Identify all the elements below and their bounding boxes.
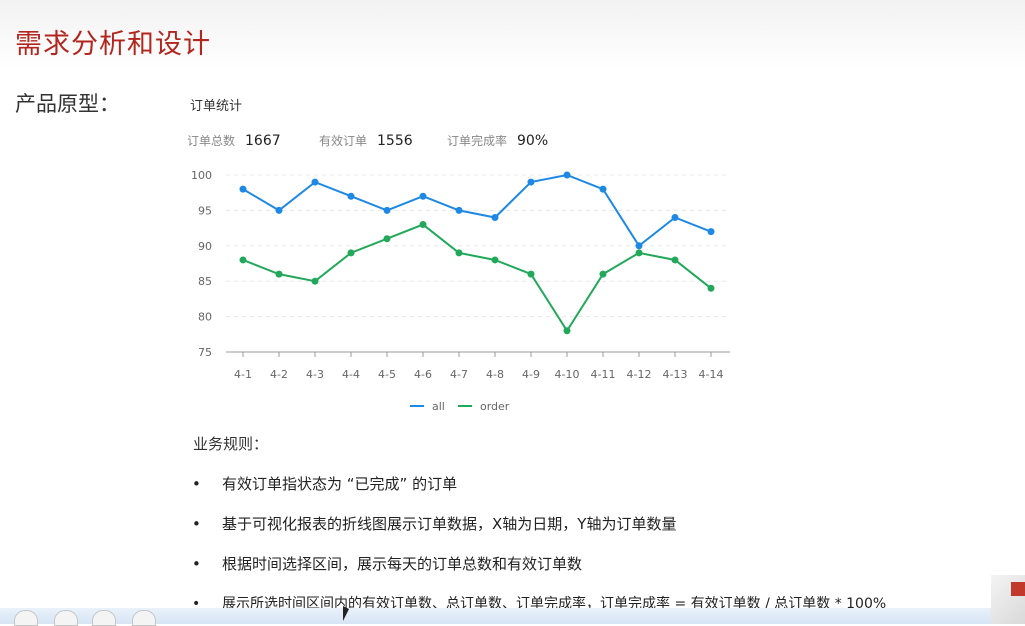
y-tick-label: 90 — [198, 240, 212, 253]
x-tick-label: 4-3 — [306, 368, 324, 381]
x-tick-label: 4-2 — [270, 368, 288, 381]
data-point-order — [671, 256, 679, 264]
rule-item: • 有效订单指状态为 “已完成” 的订单 — [192, 473, 457, 494]
x-tick-label: 4-10 — [555, 368, 580, 381]
rule-text: 根据时间选择区间，展示每天的订单总数和有效订单数 — [222, 555, 583, 573]
data-point-order — [275, 270, 283, 278]
x-tick-label: 4-6 — [414, 368, 432, 381]
bullet: • — [192, 515, 201, 533]
data-point-order — [347, 249, 355, 257]
series-line-order — [242, 223, 712, 333]
data-point-all — [275, 206, 283, 214]
rule-item: • 基于可视化报表的折线图展示订单数据，X轴为日期，Y轴为订单数量 — [192, 513, 676, 534]
data-point-all — [491, 213, 499, 221]
bullet: • — [192, 555, 201, 573]
data-point-all — [527, 178, 535, 186]
data-point-all — [563, 171, 571, 179]
y-tick-label: 80 — [198, 311, 212, 324]
data-point-all — [311, 178, 319, 186]
x-tick-label: 4-4 — [342, 368, 360, 381]
rule-text: 有效订单指状态为 “已完成” 的订单 — [222, 475, 458, 493]
x-tick-label: 4-12 — [627, 368, 652, 381]
data-point-order — [419, 221, 427, 229]
data-point-all — [599, 185, 607, 193]
x-tick-label: 4-14 — [699, 368, 724, 381]
data-point-all — [419, 192, 427, 200]
data-point-order — [383, 235, 391, 243]
data-point-order — [635, 249, 643, 257]
legend-label: all — [432, 400, 445, 413]
mouse-cursor-icon — [343, 606, 349, 621]
rule-item: • 根据时间选择区间，展示每天的订单总数和有效订单数 — [192, 553, 582, 574]
x-tick-label: 4-9 — [522, 368, 540, 381]
data-point-all — [383, 206, 391, 214]
rules-title: 业务规则： — [193, 435, 269, 453]
data-point-order — [599, 270, 607, 278]
page-corner-mark — [1011, 582, 1025, 596]
x-tick-label: 4-5 — [378, 368, 396, 381]
data-point-order — [311, 277, 319, 285]
line-chart: 75 80 85 90 95 100 4-1 4-2 4-3 4-4 4-5 4-6 4-7 4-8 4-9… — [191, 169, 730, 413]
data-point-order — [239, 256, 247, 264]
x-tick-label: 4-8 — [486, 368, 504, 381]
x-tick-label: 4-11 — [591, 368, 616, 381]
data-point-all — [239, 185, 247, 193]
data-point-order — [563, 327, 571, 335]
data-point-all — [455, 206, 463, 214]
data-point-all — [635, 242, 643, 250]
data-point-order — [491, 256, 499, 264]
x-tick-label: 4-13 — [663, 368, 688, 381]
data-point-order — [707, 284, 715, 292]
bullet: • — [192, 475, 201, 493]
y-tick-label: 95 — [198, 204, 212, 217]
y-tick-label: 100 — [191, 169, 212, 182]
rule-text: 基于可视化报表的折线图展示订单数据，X轴为日期，Y轴为订单数量 — [222, 515, 677, 533]
data-point-all — [671, 213, 679, 221]
x-tick-label: 4-7 — [450, 368, 468, 381]
data-point-all — [707, 228, 715, 236]
y-tick-label: 85 — [198, 275, 212, 288]
data-point-order — [455, 249, 463, 257]
y-tick-label: 75 — [198, 346, 212, 359]
data-point-order — [527, 270, 535, 278]
data-point-all — [347, 192, 355, 200]
legend-label: order — [480, 400, 510, 413]
x-tick-label: 4-1 — [234, 368, 252, 381]
